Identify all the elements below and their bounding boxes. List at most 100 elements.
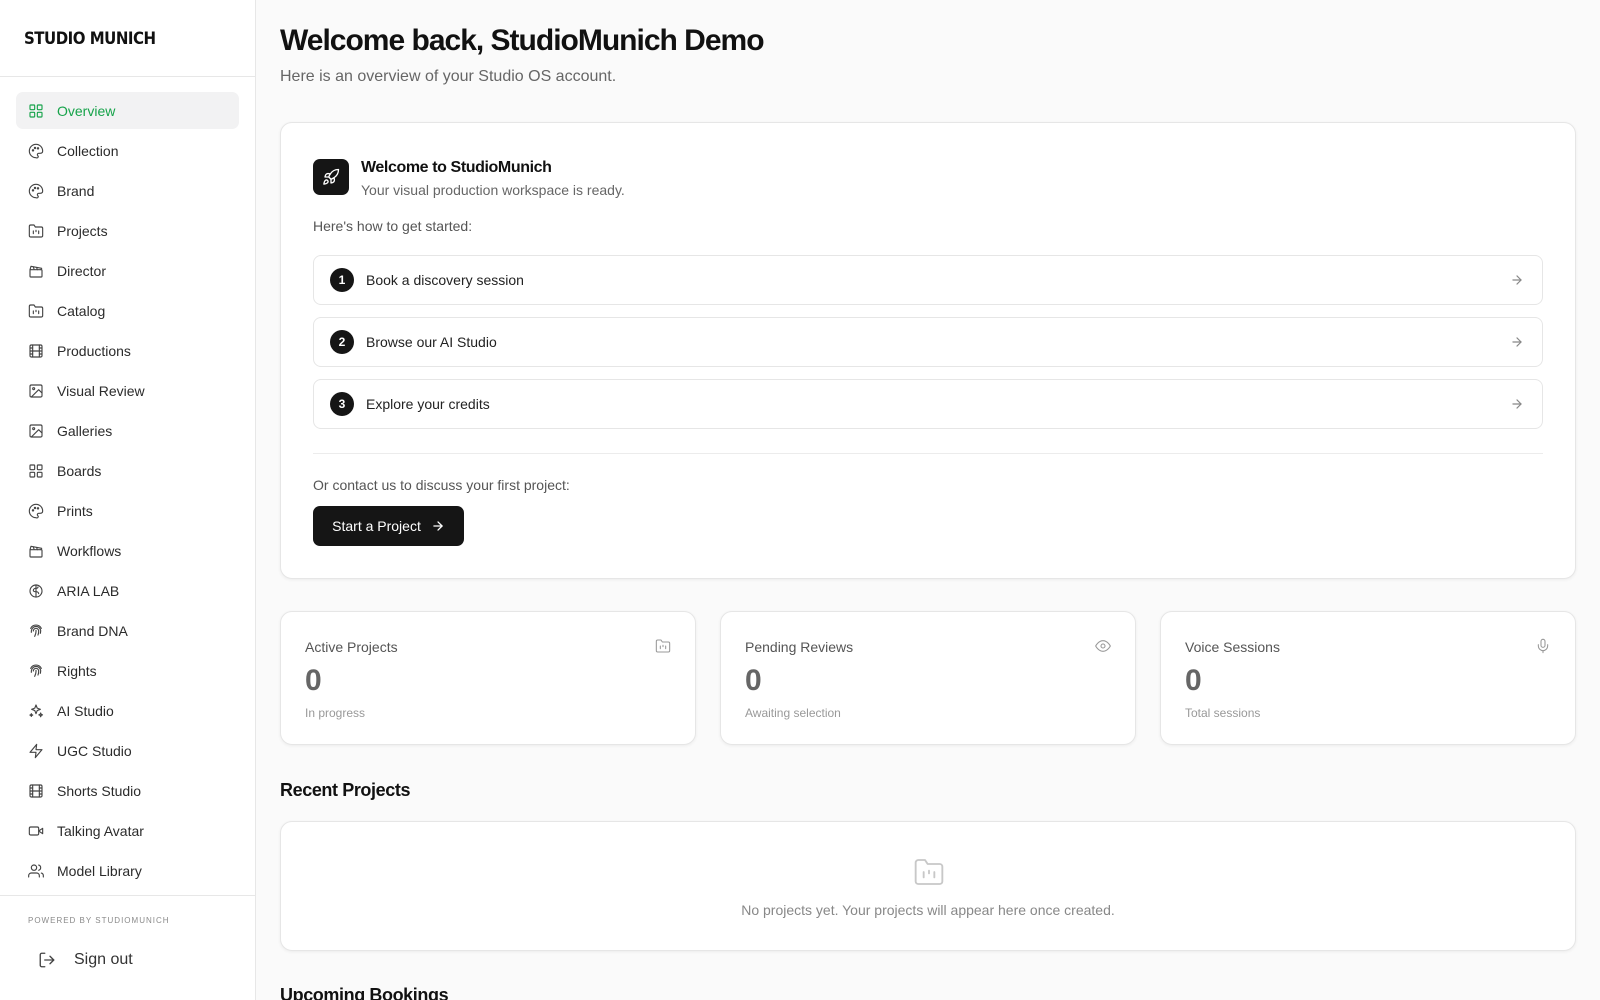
stat-hint: Awaiting selection <box>745 706 841 720</box>
step-browse-ai-studio[interactable]: 2 Browse our AI Studio <box>313 317 1543 367</box>
users-icon <box>28 863 44 879</box>
logo[interactable]: STUDIO MUNICH <box>24 28 156 49</box>
log-out-icon <box>38 951 56 969</box>
how-to-label: Here's how to get started: <box>313 218 473 234</box>
palette-icon <box>28 503 44 519</box>
sidebar-item-collection[interactable]: Collection <box>16 132 239 169</box>
welcome-subtitle: Your visual production workspace is read… <box>361 182 625 198</box>
sidebar-item-shorts-studio[interactable]: Shorts Studio <box>16 772 239 809</box>
step-label: Explore your credits <box>366 396 490 412</box>
stat-value: 0 <box>305 664 322 697</box>
eye-icon <box>1095 638 1111 654</box>
empty-state-text: No projects yet. Your projects will appe… <box>741 902 1115 918</box>
step-number: 3 <box>330 392 354 416</box>
stat-label: Active Projects <box>305 639 398 655</box>
step-label: Browse our AI Studio <box>366 334 497 350</box>
palette-icon <box>28 143 44 159</box>
upcoming-bookings-title: Upcoming Bookings <box>280 985 449 1000</box>
sidebar-item-brand-dna[interactable]: Brand DNA <box>16 612 239 649</box>
clapperboard-icon <box>28 263 44 279</box>
sidebar-item-label: AI Studio <box>57 702 114 719</box>
sidebar-item-label: Workflows <box>57 542 122 559</box>
welcome-card: Welcome to StudioMunich Your visual prod… <box>280 122 1576 579</box>
sidebar-item-label: Brand <box>57 182 95 199</box>
page-title: Welcome back, StudioMunich Demo <box>280 24 765 57</box>
start-project-label: Start a Project <box>332 518 421 534</box>
rocket-icon <box>313 159 349 195</box>
sign-out-button[interactable]: Sign out <box>38 951 133 969</box>
sidebar-item-label: Collection <box>57 142 119 159</box>
sidebar-item-brand[interactable]: Brand <box>16 172 239 209</box>
sidebar-nav: Overview Collection Brand Projects Director C… <box>0 77 255 889</box>
sidebar-item-label: Catalog <box>57 302 106 319</box>
arrow-right-icon <box>431 519 445 533</box>
grid-icon <box>28 103 44 119</box>
sidebar-item-boards[interactable]: Boards <box>16 452 239 489</box>
arrow-right-icon <box>1510 335 1524 349</box>
step-book-discovery[interactable]: 1 Book a discovery session <box>313 255 1543 305</box>
folder-icon <box>655 638 671 654</box>
recent-projects-empty-state: No projects yet. Your projects will appe… <box>280 821 1576 951</box>
sidebar-item-label: Projects <box>57 222 108 239</box>
clapperboard-icon <box>28 543 44 559</box>
sidebar-item-ugc-studio[interactable]: UGC Studio <box>16 732 239 769</box>
sidebar-item-label: Galleries <box>57 422 113 439</box>
sidebar-item-galleries[interactable]: Galleries <box>16 412 239 449</box>
sidebar-footer: POWERED BY STUDIOMUNICH Sign out <box>0 895 256 1000</box>
stat-card-voice-sessions: Voice Sessions 0 Total sessions <box>1160 611 1576 745</box>
page-subtitle: Here is an overview of your Studio OS ac… <box>280 68 617 85</box>
sidebar-item-ai-studio[interactable]: AI Studio <box>16 692 239 729</box>
folder-icon <box>913 856 945 888</box>
step-explore-credits[interactable]: 3 Explore your credits <box>313 379 1543 429</box>
sidebar-item-label: Boards <box>57 462 102 479</box>
image-icon <box>28 383 44 399</box>
sidebar-item-productions[interactable]: Productions <box>16 332 239 369</box>
step-label: Book a discovery session <box>366 272 524 288</box>
sidebar-item-projects[interactable]: Projects <box>16 212 239 249</box>
sidebar: STUDIO MUNICH Overview Collection Brand Pro… <box>0 0 256 1000</box>
stat-hint: In progress <box>305 706 366 720</box>
stat-value: 0 <box>1185 664 1202 697</box>
divider <box>313 453 1543 454</box>
fingerprint-icon <box>28 623 44 639</box>
image-icon <box>28 423 44 439</box>
sidebar-item-label: Director <box>57 262 107 279</box>
sidebar-item-label: UGC Studio <box>57 742 132 759</box>
sidebar-item-label: Talking Avatar <box>57 822 144 839</box>
stat-label: Voice Sessions <box>1185 639 1280 655</box>
palette-icon <box>28 183 44 199</box>
mic-icon <box>1535 638 1551 654</box>
video-icon <box>28 823 44 839</box>
stat-label: Pending Reviews <box>745 639 854 655</box>
sidebar-item-label: Model Library <box>57 862 142 879</box>
sidebar-item-talking-avatar[interactable]: Talking Avatar <box>16 812 239 849</box>
arrow-right-icon <box>1510 273 1524 287</box>
sparkles-icon <box>28 703 44 719</box>
sidebar-item-label: Overview <box>57 102 116 119</box>
sidebar-item-label: ARIA LAB <box>57 582 120 599</box>
sidebar-item-prints[interactable]: Prints <box>16 492 239 529</box>
sidebar-item-overview[interactable]: Overview <box>16 92 239 129</box>
sidebar-item-model-library[interactable]: Model Library <box>16 852 239 889</box>
stat-card-pending-reviews: Pending Reviews 0 Awaiting selection <box>720 611 1136 745</box>
sidebar-item-aria-lab[interactable]: ARIA LAB <box>16 572 239 609</box>
sidebar-item-visual-review[interactable]: Visual Review <box>16 372 239 409</box>
recent-projects-title: Recent Projects <box>280 780 411 800</box>
sidebar-item-label: Visual Review <box>57 382 145 399</box>
arrow-right-icon <box>1510 397 1524 411</box>
folder-icon <box>28 303 44 319</box>
start-project-button[interactable]: Start a Project <box>313 506 464 546</box>
step-number: 1 <box>330 268 354 292</box>
stat-card-active-projects: Active Projects 0 In progress <box>280 611 696 745</box>
sidebar-item-director[interactable]: Director <box>16 252 239 289</box>
sidebar-item-workflows[interactable]: Workflows <box>16 532 239 569</box>
sidebar-item-label: Brand DNA <box>57 622 128 639</box>
contact-label: Or contact us to discuss your first proj… <box>313 477 570 493</box>
fingerprint-icon <box>28 663 44 679</box>
grid-icon <box>28 463 44 479</box>
sidebar-item-catalog[interactable]: Catalog <box>16 292 239 329</box>
sidebar-item-label: Shorts Studio <box>57 782 142 799</box>
film-icon <box>28 783 44 799</box>
logo-area: STUDIO MUNICH <box>0 0 255 77</box>
sidebar-item-rights[interactable]: Rights <box>16 652 239 689</box>
